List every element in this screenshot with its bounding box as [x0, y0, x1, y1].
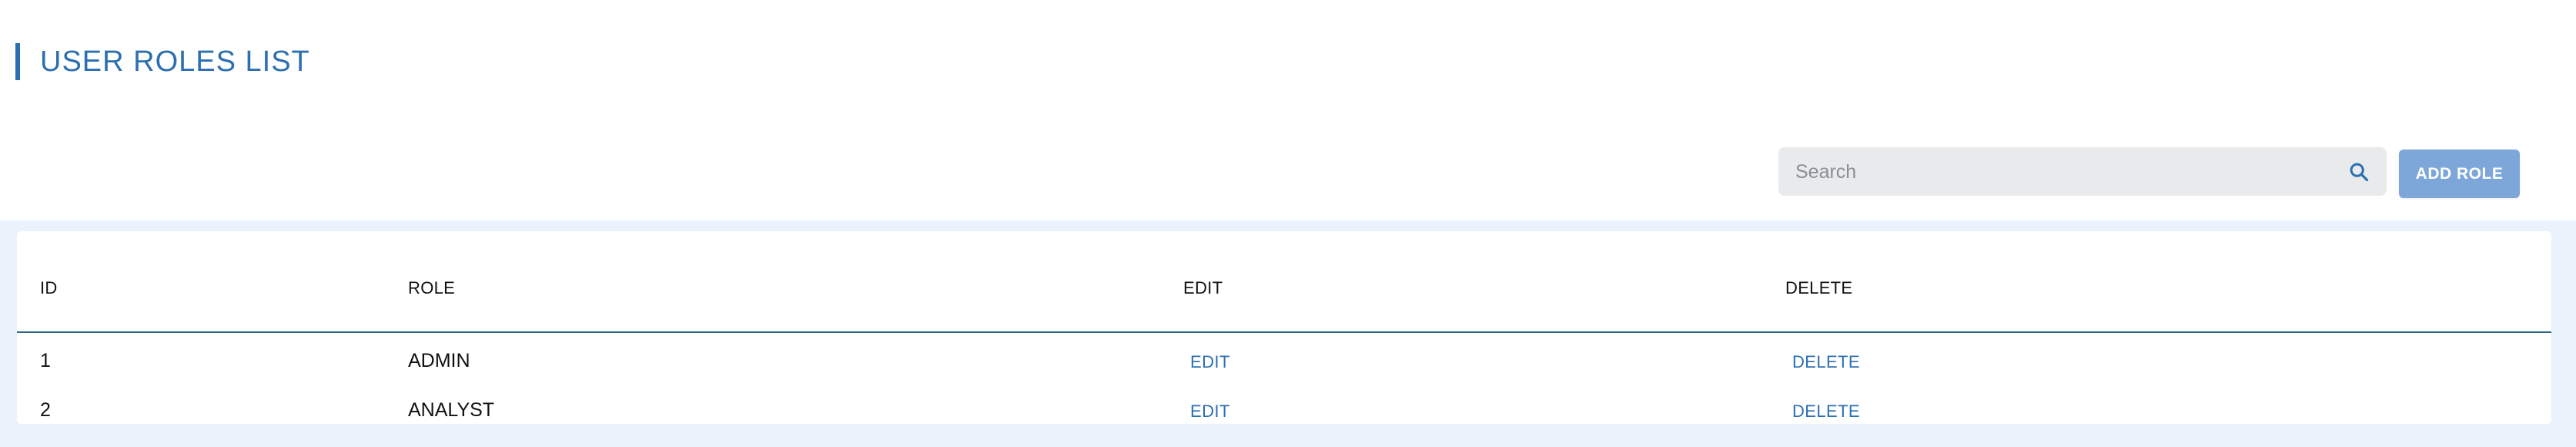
- page-header: USER ROLES LIST ADD ROLE: [0, 0, 2576, 220]
- column-header-id: ID: [40, 278, 58, 297]
- title-accent-bar: [15, 43, 20, 80]
- content-area: ID ROLE EDIT DELETE 1 ADMIN EDIT DELETE …: [0, 220, 2576, 447]
- edit-role-link[interactable]: EDIT: [1190, 354, 1230, 371]
- role-id-cell: 1: [40, 350, 51, 371]
- delete-role-link[interactable]: DELETE: [1792, 354, 1860, 371]
- add-role-button[interactable]: ADD ROLE: [2399, 150, 2520, 198]
- search-box[interactable]: [1778, 147, 2387, 197]
- role-name-cell: ANALYST: [408, 399, 495, 421]
- column-header-delete: DELETE: [1785, 278, 1853, 297]
- column-header-role: ROLE: [408, 278, 456, 297]
- table-row: 1 ADMIN EDIT DELETE: [17, 334, 2551, 385]
- table-row: 2 ANALYST EDIT DELETE: [17, 384, 2551, 435]
- edit-role-link[interactable]: EDIT: [1190, 403, 1230, 420]
- role-name-cell: ADMIN: [408, 350, 470, 371]
- roles-table: ID ROLE EDIT DELETE 1 ADMIN EDIT DELETE …: [17, 231, 2551, 424]
- delete-role-link[interactable]: DELETE: [1792, 403, 1860, 420]
- role-id-cell: 2: [40, 399, 51, 421]
- search-icon[interactable]: [2348, 161, 2370, 183]
- table-header: ID ROLE EDIT DELETE: [17, 231, 2551, 333]
- search-input[interactable]: [1794, 147, 2336, 197]
- page-title: USER ROLES LIST: [40, 45, 310, 78]
- page-title-container: USER ROLES LIST: [15, 43, 310, 80]
- column-header-edit: EDIT: [1183, 278, 1223, 297]
